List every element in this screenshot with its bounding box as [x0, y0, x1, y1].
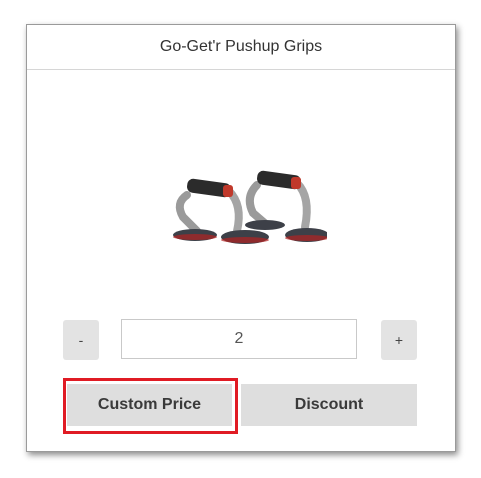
quantity-increment-button[interactable]: + — [381, 320, 417, 360]
custom-price-button[interactable]: Custom Price — [67, 384, 232, 426]
quantity-decrement-button[interactable]: - — [63, 320, 99, 360]
product-image — [173, 170, 327, 244]
discount-button[interactable]: Discount — [241, 384, 417, 426]
product-card: Go-Get'r Pushup Grips - + Custom Price D… — [26, 24, 456, 452]
quantity-input[interactable] — [121, 319, 357, 359]
product-title: Go-Get'r Pushup Grips — [27, 25, 455, 70]
